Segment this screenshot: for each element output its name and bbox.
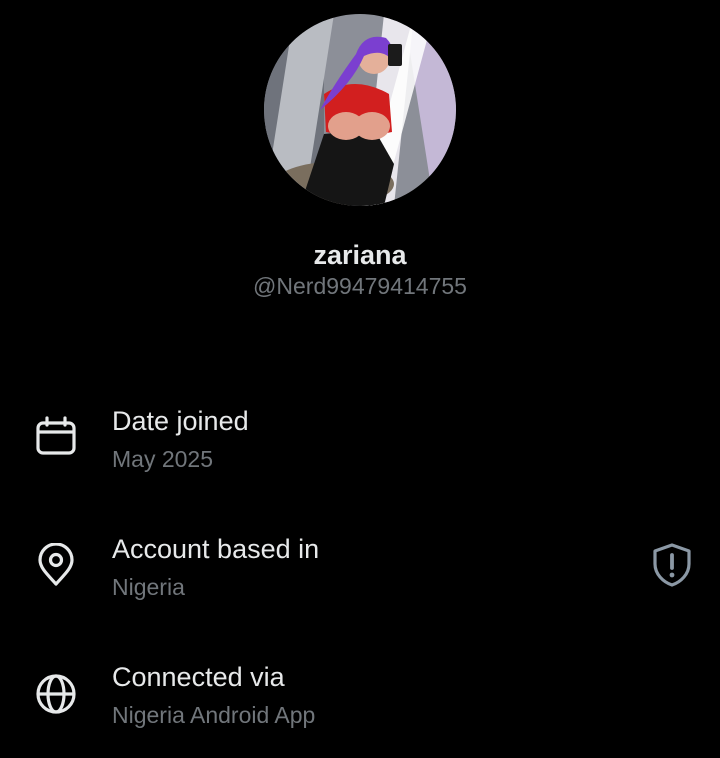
- account-based-in-label: Account based in: [112, 534, 320, 564]
- shield-alert-icon[interactable]: [650, 542, 694, 588]
- location-pin-icon: [34, 543, 78, 587]
- account-based-in-row: Account based in Nigeria: [0, 531, 720, 611]
- connected-via-row: Connected via Nigeria Android App: [0, 659, 720, 739]
- globe-icon: [34, 672, 78, 716]
- username-handle: @Nerd99479414755: [253, 273, 467, 299]
- date-joined-row: Date joined May 2025: [0, 403, 720, 483]
- profile-photo: [264, 14, 456, 206]
- avatar[interactable]: [264, 14, 456, 206]
- connected-via-label: Connected via: [112, 662, 285, 692]
- date-joined-label: Date joined: [112, 406, 249, 436]
- connected-via-value: Nigeria Android App: [112, 702, 316, 728]
- display-name: zariana: [313, 240, 407, 270]
- calendar-icon: [34, 415, 78, 459]
- account-based-in-value: Nigeria: [112, 574, 185, 600]
- date-joined-value: May 2025: [112, 446, 214, 472]
